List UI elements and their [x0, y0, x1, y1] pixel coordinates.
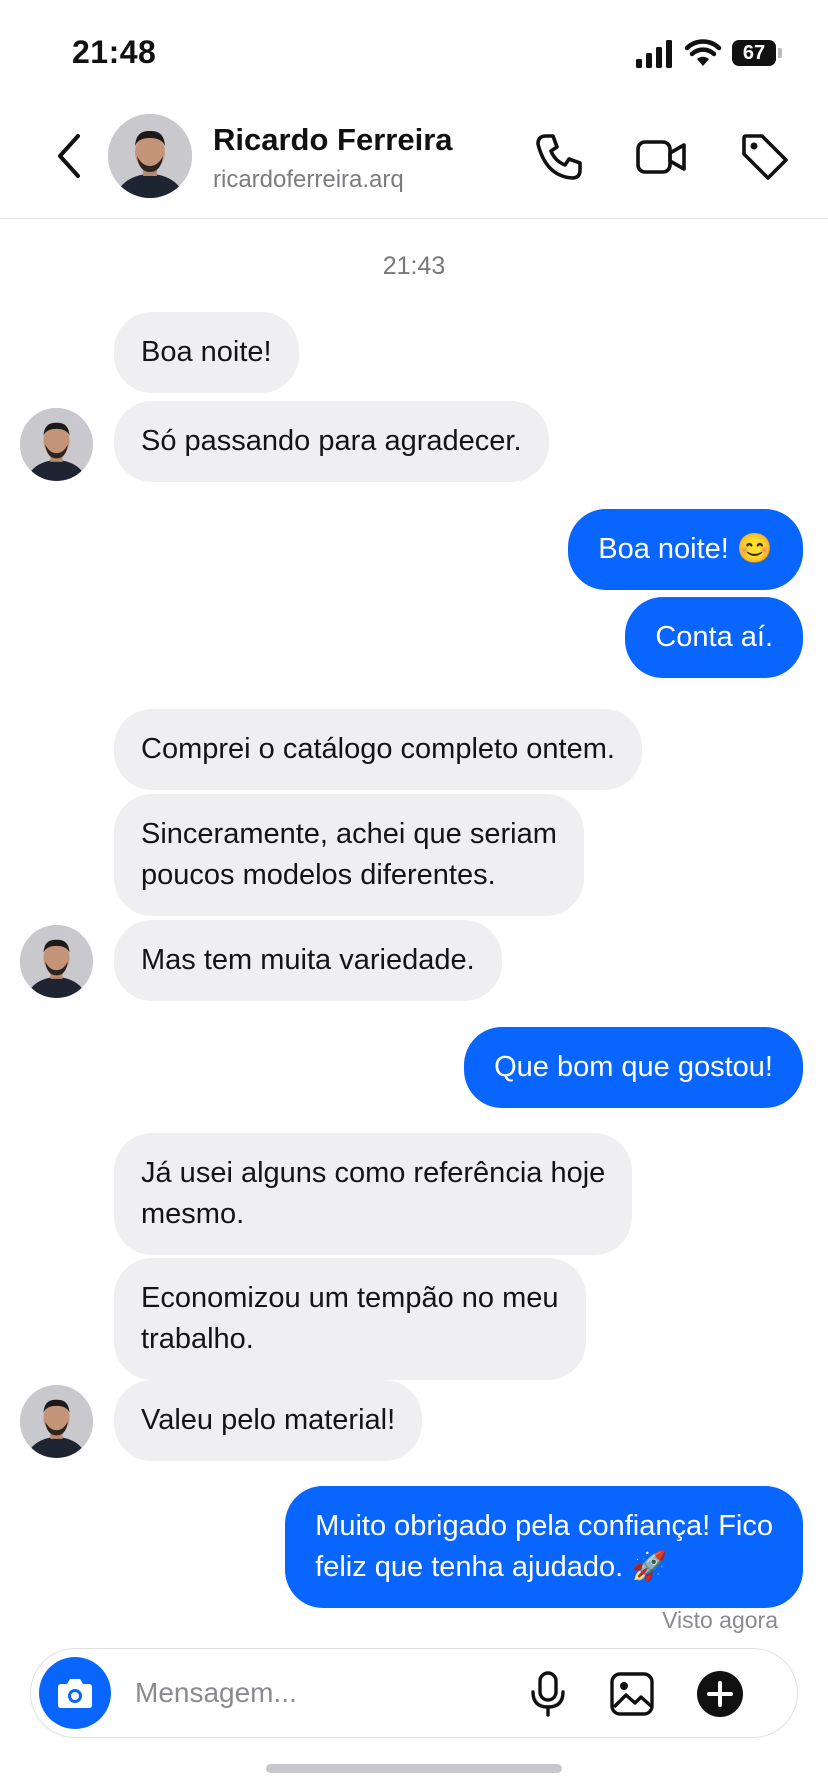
message-input[interactable]: [135, 1671, 505, 1715]
home-indicator[interactable]: [266, 1764, 562, 1773]
message-composer: [30, 1648, 798, 1738]
tag-icon[interactable]: [738, 130, 792, 184]
video-camera-icon[interactable]: [634, 130, 688, 184]
message-bubble-outgoing[interactable]: Muito obrigado pela confiança! Fico feli…: [285, 1486, 803, 1608]
battery-indicator: 67: [732, 40, 784, 66]
cellular-signal-icon: [636, 40, 672, 68]
avatar-image: [20, 408, 93, 481]
thread-timestamp: 21:43: [382, 252, 446, 280]
message-bubble-outgoing[interactable]: Boa noite! 😊: [568, 509, 803, 590]
back-icon[interactable]: [50, 130, 90, 182]
chat-header: Ricardo Ferreira ricardoferreira.arq: [0, 100, 828, 219]
contact-name[interactable]: Ricardo Ferreira: [213, 122, 453, 158]
message-bubble-incoming[interactable]: Só passando para agradecer.: [114, 401, 549, 482]
gallery-icon[interactable]: [607, 1669, 657, 1719]
battery-tip: [778, 48, 782, 58]
message-bubble-outgoing[interactable]: Que bom que gostou!: [464, 1027, 803, 1108]
avatar-image: [20, 1385, 93, 1458]
contact-avatar[interactable]: [108, 114, 192, 198]
contact-username[interactable]: ricardoferreira.arq: [213, 166, 404, 194]
avatar-image: [20, 925, 93, 998]
plus-icon[interactable]: [695, 1669, 745, 1719]
status-bar: 21:48 67: [0, 0, 828, 100]
contact-avatar-small[interactable]: [20, 408, 93, 481]
battery-level: 67: [742, 42, 766, 64]
message-bubble-incoming[interactable]: Comprei o catálogo completo ontem.: [114, 709, 642, 790]
message-bubble-incoming[interactable]: Mas tem muita variedade.: [114, 920, 502, 1001]
message-bubble-incoming[interactable]: Já usei alguns como referência hoje mesm…: [114, 1133, 633, 1255]
avatar-image: [108, 114, 192, 198]
contact-avatar-small[interactable]: [20, 1385, 93, 1458]
message-bubble-incoming[interactable]: Sinceramente, achei que seriam poucos mo…: [114, 794, 584, 916]
status-time: 21:48: [72, 34, 157, 70]
wifi-icon: [684, 39, 722, 66]
message-bubble-incoming[interactable]: Economizou um tempão no meu trabalho.: [114, 1258, 586, 1380]
camera-button[interactable]: [39, 1657, 111, 1729]
microphone-icon[interactable]: [523, 1669, 573, 1719]
message-bubble-outgoing[interactable]: Conta aí.: [625, 597, 803, 678]
seen-status: Visto agora: [662, 1607, 778, 1633]
contact-avatar-small[interactable]: [20, 925, 93, 998]
camera-icon: [58, 1679, 92, 1708]
phone-icon[interactable]: [532, 130, 586, 184]
message-bubble-incoming[interactable]: Valeu pelo material!: [114, 1380, 423, 1461]
message-bubble-incoming[interactable]: Boa noite!: [114, 312, 299, 393]
